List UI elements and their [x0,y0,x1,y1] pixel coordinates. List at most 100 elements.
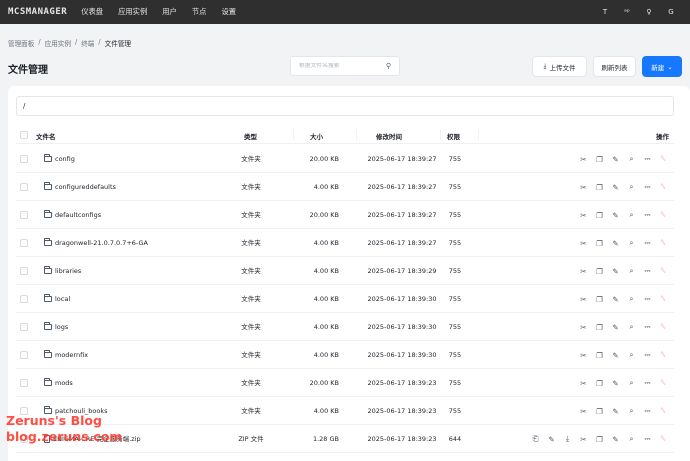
rename-icon[interactable]: ✎ [611,295,620,304]
compress-icon[interactable]: ⎓ [643,294,652,304]
header-mtime[interactable]: 修改时间 [376,131,402,141]
table-row[interactable]: config 文件夹 20.00 KB 2025-06-17 18:39:27 755 ✂… [16,145,674,173]
search-file-icon[interactable]: ⌕ [627,294,636,304]
file-name[interactable]: local [55,285,70,313]
search-file-icon[interactable]: ⌕ [627,350,636,360]
path-input[interactable] [16,96,674,116]
new-dropdown-button[interactable]: 新建 ⌄ [642,56,682,77]
row-checkbox[interactable] [20,351,28,359]
select-all-checkbox[interactable] [20,131,28,139]
language-icon[interactable]: ᵃᵖ [616,8,638,16]
delete-icon[interactable]: ␡ [659,350,668,360]
search-file-icon[interactable]: ⌕ [627,154,636,164]
cut-icon[interactable]: ✂ [579,211,588,220]
search-file-icon[interactable]: ⌕ [627,406,636,416]
cut-icon[interactable]: ✂ [579,295,588,304]
rename-icon[interactable]: ✎ [611,407,620,416]
search-file-icon[interactable]: ⌕ [627,210,636,220]
table-row[interactable]: modernfix 文件夹 4.00 KB 2025-06-17 18:39:30 75… [16,341,674,369]
header-name[interactable]: 文件名 [36,131,56,141]
rename-icon[interactable]: ✎ [611,351,620,360]
copy-icon[interactable]: ❐ [595,155,604,164]
copy-icon[interactable]: ❐ [595,267,604,276]
compress-icon[interactable]: ⎓ [643,266,652,276]
delete-icon[interactable]: ␡ [659,406,668,416]
rename-icon[interactable]: ✎ [611,239,620,248]
rename-icon[interactable]: ✎ [611,211,620,220]
logout-icon[interactable]: G [660,8,682,16]
delete-icon[interactable]: ␡ [659,294,668,304]
compress-icon[interactable]: ⎓ [643,406,652,416]
compress-icon[interactable]: ⎓ [643,238,652,248]
copy-icon[interactable]: ❐ [595,435,604,444]
file-name[interactable]: mods [55,369,73,397]
cut-icon[interactable]: ✂ [579,239,588,248]
table-row[interactable]: mods 文件夹 20.00 KB 2025-06-17 18:39:23 755 ✂ ❐ ✎… [16,369,674,397]
copy-icon[interactable]: ❐ [595,295,604,304]
nav-instances[interactable]: 应用实例 [118,7,147,17]
file-name-cell[interactable]: configureddefaults [44,173,116,201]
file-name[interactable]: config [55,145,75,173]
table-row[interactable]: defaultconfigs 文件夹 20.00 KB 2025-06-17 18:3… [16,201,674,229]
file-name[interactable]: logs [55,313,68,341]
cut-icon[interactable]: ✂ [579,351,588,360]
search-file-icon[interactable]: ⌕ [627,238,636,248]
table-row[interactable]: logs 文件夹 4.00 KB 2025-06-17 18:39:30 755 ✂ ❐ ✎ ⌕… [16,313,674,341]
file-name[interactable]: dragonwell-21.0.7.0.7+6-GA [55,229,148,257]
user-icon[interactable]: ♀ [638,8,660,16]
file-name[interactable]: libraries [55,257,81,285]
table-row[interactable]: libraries 文件夹 4.00 KB 2025-06-17 18:39:29 75… [16,257,674,285]
theme-icon[interactable]: Τ [594,8,616,16]
header-size[interactable]: 大小 [310,131,323,141]
rename-icon[interactable]: ✎ [611,323,620,332]
delete-icon[interactable]: ␡ [659,322,668,332]
cut-icon[interactable]: ✂ [579,183,588,192]
file-name-cell[interactable]: local [44,285,70,313]
compress-icon[interactable]: ⎓ [643,322,652,332]
delete-icon[interactable]: ␡ [659,154,668,164]
cut-icon[interactable]: ✂ [579,267,588,276]
row-checkbox[interactable] [20,211,28,219]
download-icon[interactable]: ⤓ [563,434,572,444]
cut-icon[interactable]: ✂ [579,323,588,332]
delete-icon[interactable]: ␡ [659,210,668,220]
search-file-icon[interactable]: ⌕ [627,378,636,388]
table-row[interactable]: dragonwell-21.0.7.0.7+6-GA 文件夹 4.00 KB 2025… [16,229,674,257]
cut-icon[interactable]: ✂ [579,379,588,388]
table-row[interactable]: local 文件夹 4.00 KB 2025-06-17 18:39:30 755 ✂ ❐ ✎… [16,285,674,313]
delete-icon[interactable]: ␡ [659,266,668,276]
header-type[interactable]: 类型 [244,131,257,141]
rename-icon[interactable]: ✎ [611,183,620,192]
breadcrumb-terminal[interactable]: 终端 [81,38,94,48]
compress-icon[interactable]: ⎓ [643,350,652,360]
copy-icon[interactable]: ❐ [595,379,604,388]
compress-icon[interactable]: ⎓ [643,378,652,388]
copy-icon[interactable]: ❐ [595,239,604,248]
cut-icon[interactable]: ✂ [579,155,588,164]
row-checkbox[interactable] [20,323,28,331]
file-name-cell[interactable]: dragonwell-21.0.7.0.7+6-GA [44,229,148,257]
compress-icon[interactable]: ⎓ [643,210,652,220]
row-checkbox[interactable] [20,183,28,191]
rename-icon[interactable]: ✎ [611,267,620,276]
compress-icon[interactable]: ⎓ [643,434,652,444]
search-file-icon[interactable]: ⌕ [627,322,636,332]
file-name-cell[interactable]: logs [44,313,68,341]
edit-icon[interactable]: ✎ [547,435,556,444]
table-row[interactable]: configureddefaults 文件夹 4.00 KB 2025-06-17 1… [16,173,674,201]
row-checkbox[interactable] [20,239,28,247]
search-icon[interactable]: ⚲ [386,62,391,70]
breadcrumb-instances[interactable]: 应用实例 [45,38,71,48]
file-name[interactable]: defaultconfigs [55,201,101,229]
refresh-button[interactable]: 刷新列表 [593,56,636,77]
delete-icon[interactable]: ␡ [659,378,668,388]
delete-icon[interactable]: ␡ [659,182,668,192]
rename-icon[interactable]: ✎ [611,379,620,388]
row-checkbox[interactable] [20,155,28,163]
nav-users[interactable]: 用户 [162,7,177,17]
row-checkbox[interactable] [20,295,28,303]
file-name-cell[interactable]: mods [44,369,73,397]
header-perm[interactable]: 权限 [447,131,460,141]
breadcrumb-panel[interactable]: 管理面板 [8,38,34,48]
file-name-cell[interactable]: config [44,145,75,173]
